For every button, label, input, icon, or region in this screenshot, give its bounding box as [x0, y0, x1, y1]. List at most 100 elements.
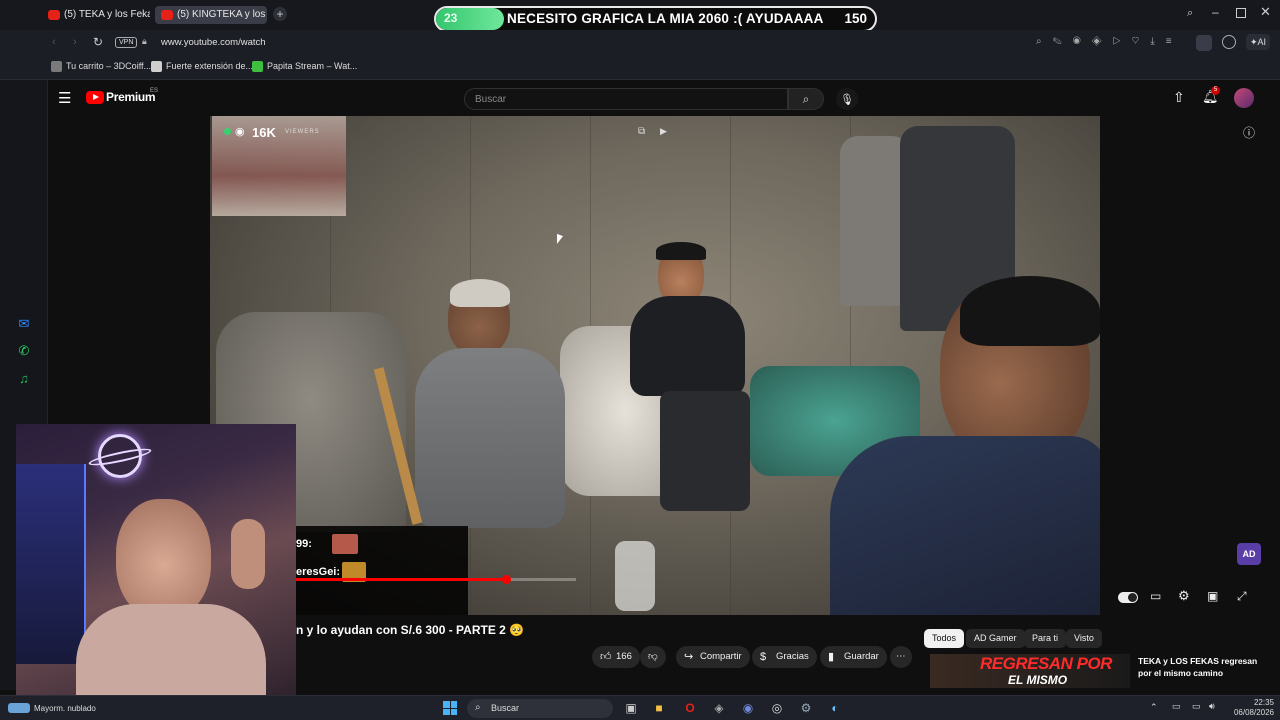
youtube-logo-icon[interactable] — [86, 91, 104, 104]
weather-icon[interactable] — [8, 703, 30, 713]
recommendation-title[interactable]: por el mismo camino — [1138, 668, 1223, 678]
weather-text[interactable]: Mayorm. nublado — [34, 704, 96, 713]
tab-label: (5) TEKA y los Fekas van p — [64, 9, 150, 20]
theater-mode-icon[interactable]: ▣ — [1207, 589, 1218, 603]
cast-icon[interactable]: ▶︎ — [660, 126, 667, 137]
file-explorer-icon[interactable]: ■ — [650, 700, 668, 716]
video-progress-knob[interactable] — [502, 575, 511, 584]
search-tabs-icon[interactable]: ⌕ — [1187, 7, 1193, 20]
autoplay-toggle[interactable] — [1118, 592, 1138, 603]
forward-icon[interactable]: › — [73, 36, 77, 48]
maximize-button[interactable] — [1236, 8, 1246, 18]
chip-all[interactable]: Todos — [924, 629, 965, 648]
thanks-button[interactable]: $ Gracias — [752, 646, 817, 668]
steam-icon[interactable]: ◐ — [826, 700, 844, 716]
windows-start-icon[interactable] — [441, 700, 459, 716]
video-progress-fill — [296, 578, 506, 581]
channel-watermark[interactable]: AD — [1237, 543, 1261, 565]
elder-sweater — [415, 348, 565, 528]
close-window-button[interactable]: ✕ — [1260, 4, 1271, 20]
stream-goal-overlay: 23 NECESITO GRAFICA LA MIA 2060 :( AYUDA… — [434, 6, 877, 32]
young-man-shirt — [630, 296, 745, 396]
network-icon[interactable]: ▭ — [1192, 701, 1201, 712]
chat-username: 99: — [296, 538, 312, 550]
youtube-favicon-icon — [48, 10, 60, 20]
video-title: n y lo ayudan con S/.6 300 - PARTE 2 🥺 — [296, 623, 525, 637]
chip-for-you[interactable]: Para ti — [1024, 629, 1067, 648]
settings-gear-icon[interactable]: ⚙ — [1178, 588, 1190, 604]
upload-icon[interactable]: ⇧ — [1173, 89, 1185, 106]
reload-icon[interactable]: ↻ — [93, 35, 103, 49]
young-man-pants — [660, 391, 750, 511]
youtube-premium-logo[interactable]: Premium — [106, 90, 156, 104]
taskbar-search-label: Buscar — [491, 703, 520, 713]
save-label: Guardar — [844, 651, 879, 662]
task-view-icon[interactable]: ▣ — [622, 700, 640, 716]
viewer-label: VIEWERS — [285, 129, 320, 135]
bookmark-label: Tu carrito – 3DCoiff... — [66, 61, 152, 71]
elder-hair — [450, 279, 510, 307]
messenger-icon[interactable]: ✉ — [12, 312, 36, 336]
bookmark-item[interactable]: Fuerte extensión de... — [151, 61, 254, 72]
tray-chevron-icon[interactable]: ⌃ — [1150, 702, 1158, 713]
voice-search-button[interactable]: 🎙︎ — [836, 88, 858, 110]
extension-icon[interactable] — [1222, 35, 1236, 49]
tab-youtube-2[interactable]: (5) KINGTEKA y los FE — [155, 6, 267, 24]
shelf — [16, 464, 86, 664]
back-icon[interactable]: ‹ — [52, 36, 56, 48]
discord-icon[interactable]: ◉ — [739, 700, 757, 716]
miniplayer-icon[interactable]: ⧉ — [638, 126, 645, 137]
spotify-icon[interactable]: ♫ — [12, 366, 36, 390]
search-input[interactable]: Buscar — [464, 88, 788, 110]
thanks-icon: $ — [760, 651, 767, 663]
video-progress-track[interactable] — [296, 575, 576, 584]
fullscreen-icon[interactable]: ⤢ — [1237, 589, 1247, 604]
bookmark-favicon-icon — [151, 61, 162, 72]
chip-ad-gamer[interactable]: AD Gamer — [966, 629, 1025, 648]
whatsapp-icon[interactable]: ✆ — [12, 339, 36, 363]
video-player[interactable]: ◉ 16K VIEWERS ⧉ ▶︎ 99: eresGei: — [210, 116, 1100, 615]
subtitles-icon[interactable]: ▭ — [1150, 589, 1161, 603]
address-bar-row: ‹ › ↻ VPN 🔒︎ www.youtube.com/watch ⌕✎◉◈▷… — [0, 30, 1280, 56]
search-button[interactable]: ⌕ — [788, 88, 824, 110]
goal-target-value: 150 — [844, 11, 867, 26]
search-icon: ⌕ — [475, 702, 481, 713]
url-field[interactable]: www.youtube.com/watch — [161, 37, 266, 48]
search-icon: ⌕ — [802, 91, 810, 106]
more-actions-button[interactable]: ⋯ — [890, 646, 912, 668]
save-bookmark-icon: ▮ — [828, 651, 835, 663]
bookmark-label: Fuerte extensión de... — [166, 61, 254, 71]
new-tab-button[interactable]: + — [273, 7, 287, 21]
aria-ai-button[interactable]: ✦AI — [1246, 34, 1271, 50]
info-icon[interactable]: ⓘ — [1243, 124, 1255, 141]
opera-taskbar-icon[interactable]: O — [681, 700, 699, 716]
vpn-badge[interactable]: VPN — [115, 37, 138, 48]
profile-icon[interactable] — [1196, 35, 1212, 51]
tab-youtube-1[interactable]: (5) TEKA y los Fekas van p — [42, 6, 150, 24]
menu-icon[interactable]: ☰ — [58, 89, 71, 107]
wall-calendar — [212, 116, 346, 216]
account-avatar[interactable] — [1234, 88, 1254, 108]
save-button[interactable]: ▮ Guardar — [820, 646, 887, 668]
thanks-label: Gracias — [776, 651, 809, 662]
taskbar-time[interactable]: 22:35 — [1226, 698, 1274, 707]
bookmark-item[interactable]: Papita Stream – Wat... — [252, 61, 357, 72]
notifications-count-badge: 5 — [1211, 86, 1220, 95]
taskbar-search[interactable]: ⌕ Buscar — [467, 699, 613, 718]
recommendation-thumbnail[interactable]: REGRESAN POR EL MISMO — [930, 654, 1130, 688]
app-icon[interactable]: ◈ — [710, 700, 728, 716]
like-button[interactable]: 👍︎ 166 — [592, 646, 640, 668]
tray-app-icon[interactable]: ▭ — [1172, 701, 1181, 712]
dislike-button[interactable]: 👎︎ — [640, 646, 666, 668]
volume-icon[interactable]: 🔊︎ — [1209, 701, 1215, 712]
bookmark-item[interactable]: Tu carrito – 3DCoiff... — [51, 61, 152, 72]
obs-icon[interactable]: ◎ — [768, 700, 786, 716]
chip-watched[interactable]: Visto — [1066, 629, 1102, 648]
minimize-button[interactable]: – — [1212, 5, 1219, 19]
recommendation-title[interactable]: TEKA y LOS FEKAS regresan — [1138, 656, 1257, 666]
address-toolbar-icons[interactable]: ⌕✎◉◈▷♡⤓≡ — [1036, 36, 1183, 47]
glass-jar — [615, 541, 655, 611]
taskbar-date[interactable]: 06/08/2026 — [1226, 708, 1274, 717]
share-button[interactable]: ↪ Compartir — [676, 646, 750, 668]
settings-taskbar-icon[interactable]: ⚙ — [797, 700, 815, 716]
